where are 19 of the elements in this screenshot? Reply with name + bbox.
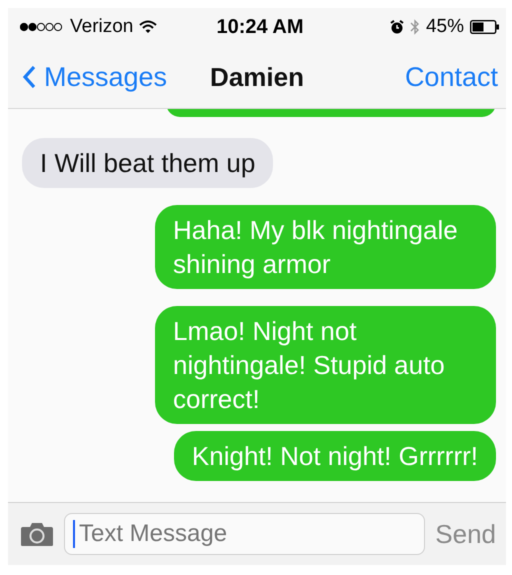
camera-icon[interactable] xyxy=(20,521,54,547)
message-field[interactable]: Text Message xyxy=(64,513,426,555)
status-time: 10:24 AM xyxy=(216,16,304,38)
back-button[interactable]: Messages xyxy=(22,62,168,92)
battery-percent: 45% xyxy=(426,16,464,38)
carrier-name: Verizon xyxy=(70,16,134,38)
signal-icon xyxy=(20,22,64,32)
bluetooth-icon xyxy=(410,19,420,35)
text-cursor xyxy=(73,520,75,548)
chevron-left-icon xyxy=(22,65,36,89)
alarm-clock-icon xyxy=(390,20,404,34)
contact-button[interactable]: Contact xyxy=(404,62,498,92)
message-bubble: I Will beat them up xyxy=(22,138,274,188)
message-bubble: Knight! Not night! Grrrrrr! xyxy=(174,431,496,481)
battery-icon xyxy=(470,20,500,34)
contact-name: Damien xyxy=(210,62,304,92)
message-bubble: Haha! My blk nightingale shining armor xyxy=(155,205,496,289)
wifi-icon xyxy=(139,20,158,34)
message-bubble: Lmao! Night not nightingale! Stupid auto correct! xyxy=(155,306,496,424)
